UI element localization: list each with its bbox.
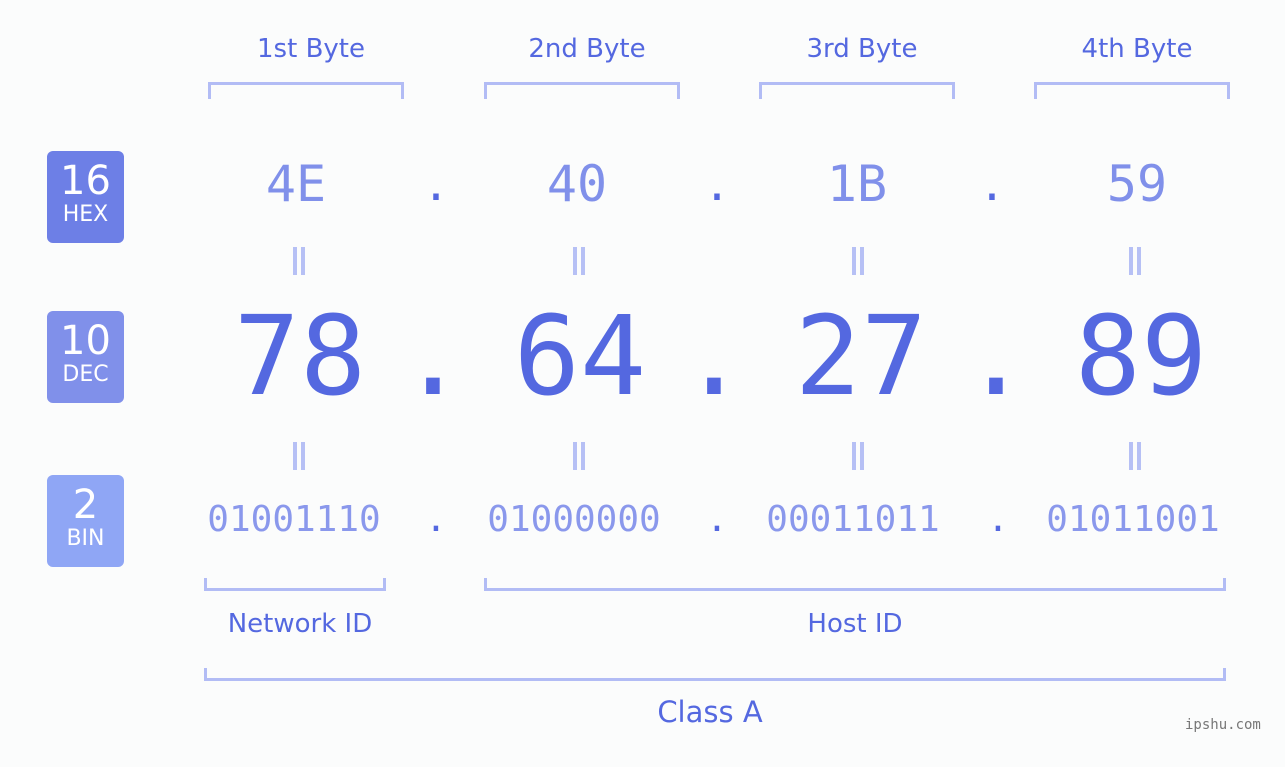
hex-badge: 16 HEX bbox=[47, 151, 124, 243]
byte-2-bracket bbox=[484, 82, 680, 99]
host-id-label: Host ID bbox=[807, 609, 903, 639]
equals-icon bbox=[291, 247, 307, 275]
byte-3-bracket bbox=[759, 82, 955, 99]
equals-icon bbox=[850, 247, 866, 275]
bin-byte-4: 01011001 bbox=[1046, 499, 1220, 540]
hex-dot-3: . bbox=[978, 160, 1006, 211]
bin-byte-2: 01000000 bbox=[487, 499, 661, 540]
dec-byte-1: 78 bbox=[233, 292, 367, 420]
hex-dot-1: . bbox=[422, 160, 450, 211]
hex-byte-1: 4E bbox=[265, 155, 327, 213]
bin-badge-number: 2 bbox=[72, 482, 99, 528]
header-byte-3: 3rd Byte bbox=[806, 34, 918, 64]
header-byte-2: 2nd Byte bbox=[528, 34, 646, 64]
class-bracket bbox=[204, 668, 1226, 681]
dec-byte-3: 27 bbox=[794, 292, 928, 420]
equals-icon bbox=[291, 442, 307, 470]
dec-dot-3: . bbox=[962, 292, 1030, 420]
dec-byte-2: 64 bbox=[513, 292, 647, 420]
dec-badge: 10 DEC bbox=[47, 311, 124, 403]
hex-badge-label: HEX bbox=[62, 202, 109, 227]
header-byte-1: 1st Byte bbox=[257, 34, 365, 64]
bin-dot-1: . bbox=[425, 499, 447, 540]
byte-1-bracket bbox=[208, 82, 404, 99]
hex-dot-2: . bbox=[703, 160, 731, 211]
hex-byte-4: 59 bbox=[1106, 155, 1168, 213]
class-label: Class A bbox=[657, 695, 763, 729]
dec-dot-2: . bbox=[680, 292, 748, 420]
hex-byte-3: 1B bbox=[826, 155, 888, 213]
dec-byte-4: 89 bbox=[1074, 292, 1208, 420]
bin-badge: 2 BIN bbox=[47, 475, 124, 567]
equals-icon bbox=[850, 442, 866, 470]
network-id-label: Network ID bbox=[227, 609, 373, 639]
byte-4-bracket bbox=[1034, 82, 1230, 99]
bin-dot-3: . bbox=[987, 499, 1009, 540]
dec-badge-label: DEC bbox=[62, 362, 109, 387]
network-id-bracket bbox=[204, 578, 386, 591]
dec-dot-1: . bbox=[399, 292, 467, 420]
header-byte-4: 4th Byte bbox=[1081, 34, 1193, 64]
equals-icon bbox=[571, 442, 587, 470]
equals-icon bbox=[1127, 442, 1143, 470]
host-id-bracket bbox=[484, 578, 1226, 591]
hex-byte-2: 40 bbox=[546, 155, 608, 213]
dec-badge-number: 10 bbox=[60, 318, 111, 364]
bin-dot-2: . bbox=[706, 499, 728, 540]
bin-byte-3: 00011011 bbox=[766, 499, 940, 540]
equals-icon bbox=[571, 247, 587, 275]
hex-badge-number: 16 bbox=[60, 158, 111, 204]
bin-byte-1: 01001110 bbox=[207, 499, 381, 540]
equals-icon bbox=[1127, 247, 1143, 275]
bin-badge-label: BIN bbox=[66, 526, 105, 551]
watermark: ipshu.com bbox=[1185, 717, 1261, 733]
